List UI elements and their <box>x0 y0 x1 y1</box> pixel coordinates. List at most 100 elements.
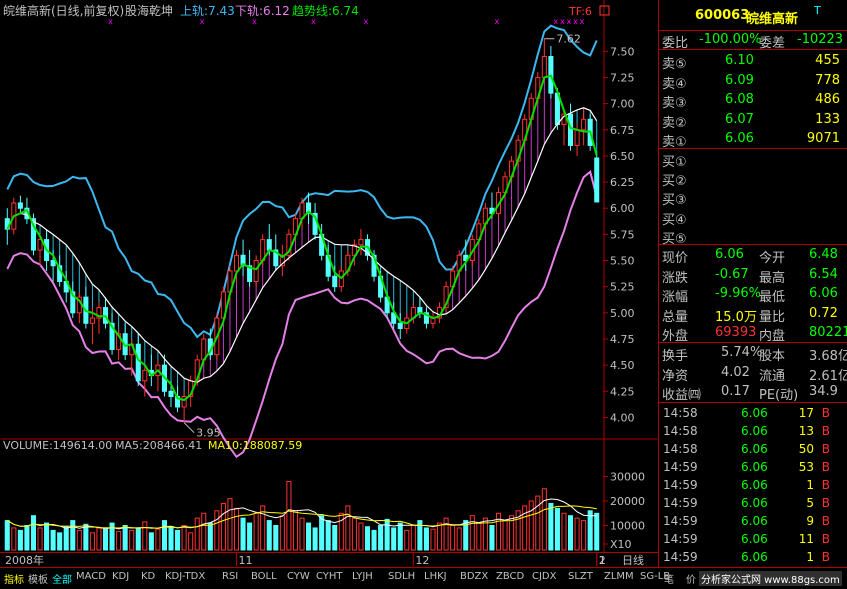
volume-bar <box>116 531 122 551</box>
tab-lyjh[interactable]: LYJH <box>352 571 373 582</box>
chart-canvas[interactable]: 7.50 7.25 7.00 6.75 6.50 6.25 6.00 5.75 5.50 5.25… <box>0 0 658 567</box>
tick-side: B <box>821 406 830 420</box>
candle-body <box>17 202 23 209</box>
tab-trades[interactable]: 笔 <box>664 571 674 586</box>
signal-marker: x <box>573 17 578 26</box>
volume-tick-label: 10000 <box>610 520 645 533</box>
signal-marker: x <box>200 17 205 26</box>
tab-bdzx[interactable]: BDZX <box>460 571 488 582</box>
period-label[interactable]: 日线 <box>622 553 644 567</box>
tab-slzt[interactable]: SLZT <box>568 571 593 582</box>
tab-zbcd[interactable]: ZBCD <box>496 571 524 582</box>
volume-bar <box>233 507 240 551</box>
volume-bar <box>371 529 377 551</box>
tick-row: 14:59 6.06 9 B <box>659 511 847 530</box>
stat-label: 现价 <box>662 251 689 266</box>
tab-price[interactable]: 价 <box>686 571 696 586</box>
tick-side: B <box>821 532 830 546</box>
price-axis-border <box>603 0 605 552</box>
tab-zlmm[interactable]: ZLMM <box>604 571 634 582</box>
ask-price: 6.07 <box>725 111 754 127</box>
volume-bar <box>30 515 37 551</box>
fund-label: 净资 <box>662 368 689 384</box>
volume-bar <box>50 529 56 551</box>
tick-row: 14:59 6.06 53 B <box>659 457 847 476</box>
tab-boll[interactable]: BOLL <box>251 571 277 582</box>
volume-bar <box>286 480 292 551</box>
volume-bar <box>57 532 63 551</box>
tab-cjdx[interactable]: CJDX <box>532 571 556 582</box>
signal-marker: x <box>108 17 113 26</box>
tab-rsi[interactable]: RSI <box>222 571 238 582</box>
tab-lhkj[interactable]: LHKJ <box>424 571 447 582</box>
watermark-link[interactable]: 分析家公式网 www.88gs.com <box>699 571 842 586</box>
volume-bar <box>194 517 200 551</box>
tab-kd[interactable]: KD <box>141 571 155 582</box>
candle-body <box>541 56 547 78</box>
bid-label: 买① <box>662 155 687 170</box>
x-tick-label: 2008年 <box>5 553 44 567</box>
volume-bar <box>528 500 534 551</box>
volume-value: VOLUME:149614.00 <box>3 439 112 452</box>
quote-stat-row: 涨幅 -9.96% 最低 6.06 <box>659 284 847 305</box>
volume-bar <box>450 525 456 551</box>
fund-value: 4.02 <box>721 364 750 380</box>
tab-sdlh[interactable]: SDLH <box>388 571 415 582</box>
stat-value: 80221 <box>809 325 847 340</box>
volume-bar <box>4 520 10 551</box>
price-tick-label: 4.00 <box>610 411 635 424</box>
fund-label: 换手 <box>662 349 689 364</box>
volume-bar <box>587 510 593 551</box>
tab-macd[interactable]: MACD <box>76 571 106 582</box>
volume-bar <box>345 505 351 551</box>
tab-指标[interactable]: 指标 <box>4 571 24 586</box>
fundamental-row: 净资 4.02 流通 2.61亿 <box>659 363 847 384</box>
fund-label: PE(动) <box>759 388 799 403</box>
signal-marker: x <box>567 17 572 26</box>
volume-bar <box>397 522 403 551</box>
volume-bar <box>358 522 364 551</box>
fund-value: 2.61亿 <box>809 368 847 384</box>
tick-volume: 9 <box>806 514 814 528</box>
volume-bar <box>135 527 141 551</box>
tick-price: 6.06 <box>741 496 768 510</box>
ask-label: 卖③ <box>662 96 687 111</box>
tab-kdj[interactable]: KDJ <box>112 571 129 582</box>
tab-cyht[interactable]: CYHT <box>316 571 343 582</box>
tab-cyw[interactable]: CYW <box>287 571 310 582</box>
tab-kdj-tdx[interactable]: KDJ-TDX <box>165 571 205 582</box>
divider <box>659 49 847 50</box>
candle-body <box>142 369 148 382</box>
x-tick-label: 11 <box>239 554 253 567</box>
volume-bar <box>325 520 331 551</box>
price-tick-label: 7.00 <box>610 98 635 111</box>
tick-price: 6.06 <box>741 478 768 492</box>
volume-bar <box>561 512 567 551</box>
quote-stat-row: 现价 6.06 今开 6.48 <box>659 245 847 266</box>
tick-side: B <box>821 478 830 492</box>
stat-value: 6.06 <box>715 247 744 262</box>
volume-bar <box>548 502 554 551</box>
ask-row: 卖④ 6.09 778 <box>659 71 847 92</box>
quote-panel: 600063 皖维高新 T 委比 -100.00% 委差 -10223 卖⑤ 6.10 45… <box>658 0 847 567</box>
volume-bar <box>423 527 429 551</box>
volume-bar <box>129 529 135 551</box>
signal-marker: x <box>252 17 257 26</box>
fund-label: 股本 <box>759 349 786 364</box>
volume-bar <box>201 512 207 551</box>
tab-全部[interactable]: 全部 <box>52 571 72 586</box>
volume-bar <box>247 522 253 551</box>
tick-time: 14:59 <box>663 514 698 528</box>
t-mark: T <box>814 4 821 17</box>
volume-bar <box>122 525 128 551</box>
signal-marker: x <box>560 17 565 26</box>
volume-bar <box>502 520 508 551</box>
candle-body <box>168 390 174 398</box>
candle-body <box>135 343 141 382</box>
volume-bar <box>319 515 325 551</box>
volume-bar <box>292 510 298 551</box>
bid-row: 买⑤ <box>659 226 847 247</box>
price-tick-label: 5.00 <box>610 307 635 320</box>
tab-模板[interactable]: 模板 <box>28 571 48 586</box>
tick-time: 14:59 <box>663 478 698 492</box>
